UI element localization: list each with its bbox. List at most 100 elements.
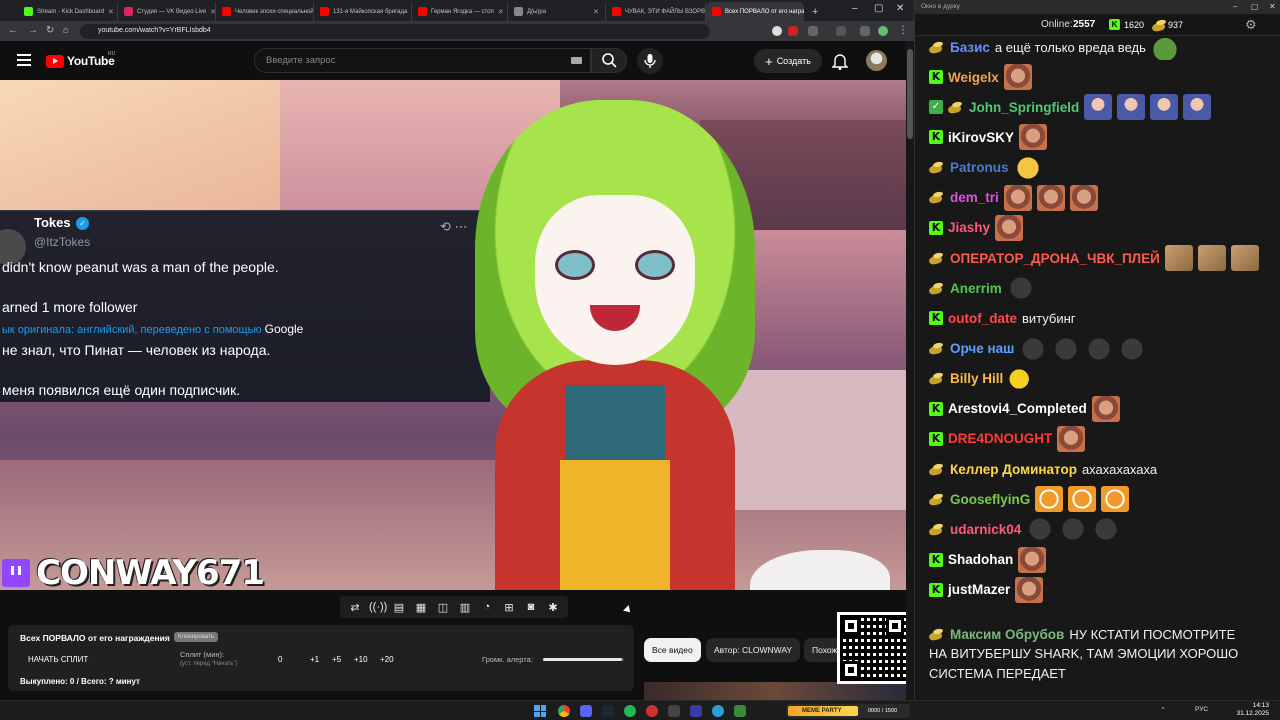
loop-icon[interactable]: ⇄: [347, 601, 363, 614]
chip-all-videos[interactable]: Все видео: [644, 638, 701, 662]
clock[interactable]: 14:13 31.12.2025: [1229, 702, 1269, 718]
reload-icon[interactable]: ↻: [46, 25, 54, 36]
chat-username[interactable]: Максим Обрубов: [950, 627, 1064, 642]
chat-username[interactable]: John_Springfield: [969, 100, 1079, 115]
chrome-icon[interactable]: [558, 705, 570, 717]
create-button[interactable]: + Создать: [754, 49, 822, 73]
screenshot-icon[interactable]: ◙: [523, 601, 539, 613]
chat-username[interactable]: Базис: [950, 40, 990, 55]
volume-slider[interactable]: [543, 658, 624, 661]
avatar[interactable]: [866, 50, 887, 71]
search-button[interactable]: [591, 48, 627, 73]
pip-icon[interactable]: ◫: [435, 601, 451, 614]
clip-icon[interactable]: ▦: [413, 601, 429, 614]
spotify-icon[interactable]: [624, 705, 636, 717]
minimize-icon[interactable]: –: [1233, 2, 1237, 11]
close-tab-icon[interactable]: ✕: [498, 8, 504, 16]
search-input[interactable]: Введите запрос: [254, 48, 591, 73]
add-frame-icon[interactable]: ⊞: [501, 601, 517, 614]
meme-party-widget[interactable]: MEME PARTY 0000 / 1500: [786, 704, 910, 718]
telegram-icon[interactable]: [712, 705, 724, 717]
chat-username[interactable]: udarnick04: [950, 522, 1021, 537]
extensions-icon[interactable]: [860, 26, 870, 36]
app-icon[interactable]: [668, 705, 680, 717]
obs-icon[interactable]: [646, 705, 658, 717]
close-window-icon[interactable]: ✕: [896, 3, 904, 14]
voice-search-button[interactable]: [637, 48, 663, 74]
chat-username[interactable]: DRE4DNOUGHT: [948, 431, 1052, 446]
downloads-icon[interactable]: [836, 26, 846, 36]
add-10-button[interactable]: +10: [354, 655, 368, 664]
chip-author[interactable]: Автор: CLOWNWAY: [706, 638, 801, 662]
chat-username[interactable]: ОПЕРАТОР_ДРОНА_ЧВК_ПЛЕЙ: [950, 251, 1160, 266]
speed-icon[interactable]: ◔: [479, 601, 495, 613]
keyboard-icon[interactable]: [571, 57, 582, 64]
discord-icon[interactable]: [580, 705, 592, 717]
extension-icon[interactable]: [788, 26, 798, 36]
menu-icon[interactable]: [17, 54, 31, 66]
browser-tab[interactable]: Stream - Kick Dashboard ✕: [18, 2, 118, 21]
scrollbar-thumb[interactable]: [907, 49, 913, 139]
add-20-button[interactable]: +20: [380, 655, 394, 664]
chat-username[interactable]: Weigelx: [948, 70, 999, 85]
profile-icon[interactable]: [878, 26, 888, 36]
online-label: Online:: [1041, 19, 1073, 30]
settings-icon[interactable]: ✱: [545, 601, 561, 614]
maximize-icon[interactable]: ▢: [1251, 2, 1259, 11]
close-tab-icon[interactable]: ✕: [593, 8, 599, 16]
browser-tab[interactable]: Герман Ягодка — стоп ✕: [412, 2, 508, 21]
browser-tab[interactable]: 131-я Майкопская бригада✕: [314, 2, 412, 21]
close-tab-icon[interactable]: ✕: [108, 8, 114, 16]
broadcast-icon[interactable]: ((·)): [369, 601, 387, 613]
chat-username[interactable]: iKirovSKY: [948, 130, 1014, 145]
playlist-icon[interactable]: ▤: [391, 601, 407, 614]
chat-username[interactable]: Arestovi4_Completed: [948, 401, 1087, 416]
add-5-button[interactable]: +5: [332, 655, 341, 664]
browser-tab[interactable]: Человек эпохи специальной✕: [216, 2, 314, 21]
browser-tab[interactable]: Д(ы)ра ✕: [508, 2, 606, 21]
browser-menu-icon[interactable]: ⋮: [898, 25, 908, 36]
browser-tab[interactable]: Всех ПОРВАЛО от его награждения✕: [706, 2, 804, 21]
extension-icon[interactable]: [808, 26, 818, 36]
chat-username[interactable]: Billy Hill: [950, 371, 1003, 386]
chat-username[interactable]: Patronus: [950, 160, 1009, 175]
steam-icon[interactable]: [602, 705, 614, 717]
back-icon[interactable]: ←: [8, 25, 18, 36]
chat-username[interactable]: Jiashy: [948, 220, 990, 235]
forward-icon[interactable]: →: [28, 25, 38, 36]
chat-username[interactable]: dem_tri: [950, 190, 999, 205]
start-icon[interactable]: [534, 705, 546, 717]
extension-icon[interactable]: [772, 26, 782, 36]
new-tab-button[interactable]: +: [806, 2, 822, 21]
split-value[interactable]: 0: [278, 655, 282, 664]
frames-icon[interactable]: ▥: [457, 601, 473, 614]
app-icon[interactable]: [734, 705, 746, 717]
tray-chevron-icon[interactable]: ⌃: [1160, 706, 1166, 714]
clone-button[interactable]: Клонировать: [174, 632, 218, 642]
start-split-button[interactable]: НАЧАТЬ СПЛИТ: [28, 655, 88, 664]
minimize-icon[interactable]: –: [852, 3, 858, 14]
chat-username[interactable]: Орче наш: [950, 341, 1014, 356]
media-icon[interactable]: [690, 705, 702, 717]
chat-username[interactable]: Shadohan: [948, 552, 1013, 567]
video-player[interactable]: Tokes ✓ @ItzTokes ⟲ ⋯ didn't know peanut…: [0, 80, 906, 590]
chat-username[interactable]: GooseflyinG: [950, 492, 1030, 507]
home-icon[interactable]: ⌂: [63, 25, 69, 36]
kick-icon: K: [929, 582, 943, 597]
youtube-logo[interactable]: YouTube: [46, 54, 115, 68]
notifications-icon[interactable]: [831, 52, 849, 75]
language-indicator[interactable]: РУС: [1195, 706, 1208, 713]
chat-username[interactable]: Келлер Доминатор: [950, 462, 1077, 477]
chat-username[interactable]: Anerrim: [950, 281, 1002, 296]
close-window-icon[interactable]: ✕: [1269, 2, 1276, 11]
chat-username[interactable]: justMazer: [948, 582, 1010, 597]
browser-tab[interactable]: Студия — VK Видео Live ✕: [118, 2, 216, 21]
url-field[interactable]: youtube.com/watch?v=YrBFLIsbdb4: [80, 24, 710, 39]
maximize-icon[interactable]: ▢: [874, 3, 883, 14]
recommended-thumbnail[interactable]: [644, 682, 906, 700]
add-1-button[interactable]: +1: [310, 655, 319, 664]
browser-tab[interactable]: ЧУВАК, ЭТИ ФАЙЛЫ ВЗОРВУТ✕: [606, 2, 706, 21]
gear-icon[interactable]: ⚙: [1245, 17, 1257, 33]
page-scrollbar[interactable]: [906, 41, 914, 700]
chat-username[interactable]: outof_date: [948, 311, 1017, 326]
